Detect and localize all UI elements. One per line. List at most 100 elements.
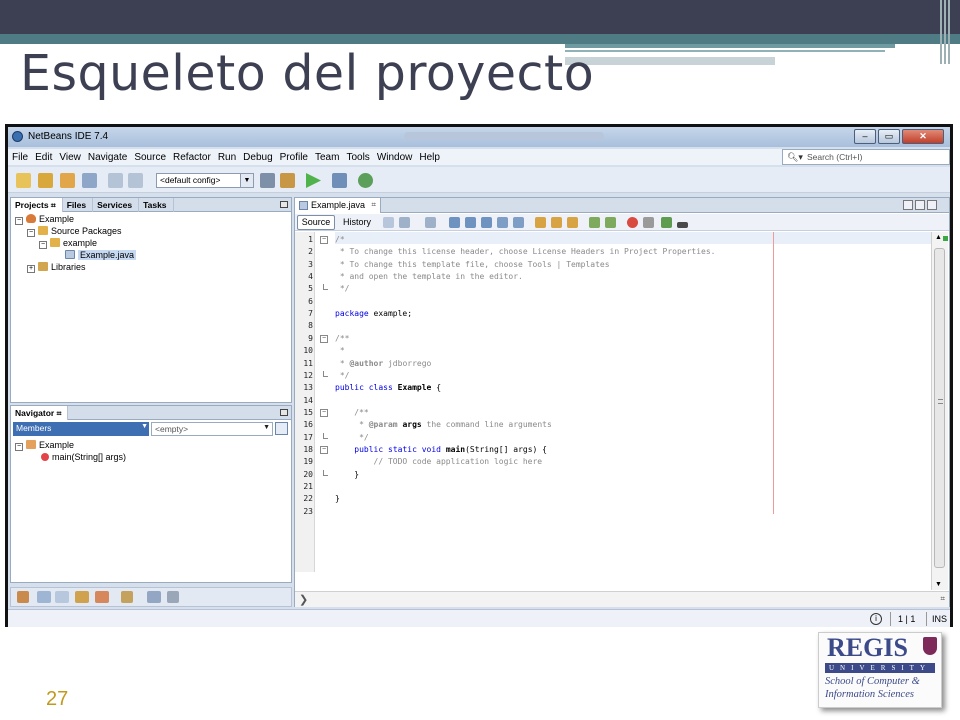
menu-item-team[interactable]: Team <box>311 149 342 163</box>
toggle-rect-icon[interactable] <box>513 217 524 228</box>
comment-icon[interactable] <box>661 217 672 228</box>
java-file-icon <box>65 250 75 259</box>
stop-macro-icon[interactable] <box>643 217 654 228</box>
run-icon[interactable] <box>306 173 321 188</box>
find-next-icon[interactable] <box>481 217 492 228</box>
maximize-button[interactable]: ▭ <box>878 129 900 144</box>
collapse-icon[interactable]: − <box>39 241 47 249</box>
notifications-icon[interactable]: i <box>870 613 882 625</box>
close-button[interactable]: ✕ <box>902 129 944 144</box>
menu-item-profile[interactable]: Profile <box>276 149 311 163</box>
tab-projects[interactable]: Projects ⌗ <box>11 198 63 212</box>
menu-item-view[interactable]: View <box>55 149 84 163</box>
static-icon[interactable] <box>55 591 69 603</box>
resize-grip-icon[interactable]: ⌗ <box>940 594 945 604</box>
tree-item-package[interactable]: − example <box>39 238 97 250</box>
next-bookmark-icon[interactable] <box>551 217 562 228</box>
fold-end-marker <box>323 469 328 476</box>
menu-item-help[interactable]: Help <box>415 149 443 163</box>
back-icon[interactable] <box>399 217 410 228</box>
sync-icon[interactable] <box>275 422 288 435</box>
menu-item-source[interactable]: Source <box>130 149 169 163</box>
navigator-item-method[interactable]: main(String[] args) <box>41 452 126 464</box>
clean-build-icon[interactable] <box>280 173 295 188</box>
prev-bookmark-icon[interactable] <box>535 217 546 228</box>
undo-icon[interactable] <box>108 173 123 188</box>
start-macro-icon[interactable] <box>627 217 638 228</box>
fields-icon[interactable] <box>37 591 51 603</box>
find-selection-icon[interactable] <box>449 217 460 228</box>
redo-icon[interactable] <box>128 173 143 188</box>
line-number: 5 <box>308 284 313 294</box>
new-project-icon[interactable] <box>38 173 53 188</box>
navigator-filter-select[interactable]: <empty> ▼ <box>151 422 273 436</box>
toggle-bookmark-icon[interactable] <box>567 217 578 228</box>
open-project-icon[interactable] <box>60 173 75 188</box>
tab-source[interactable]: Source <box>297 215 335 230</box>
collapse-icon[interactable]: − <box>15 217 23 225</box>
filter-icon[interactable] <box>147 591 161 603</box>
save-all-icon[interactable] <box>82 173 97 188</box>
fold-icon[interactable]: − <box>320 445 328 454</box>
new-file-icon[interactable] <box>16 173 31 188</box>
fold-icon[interactable]: − <box>320 408 328 417</box>
sort-icon[interactable] <box>121 591 133 603</box>
tree-item-project[interactable]: − Example <box>15 214 74 226</box>
tab-history[interactable]: History <box>339 215 375 230</box>
tab-services[interactable]: Services <box>93 198 140 212</box>
members-select[interactable]: Members ▼ <box>13 422 149 436</box>
maximize-icon[interactable] <box>927 200 937 210</box>
vertical-scrollbar[interactable]: ▲ ▼ <box>931 232 948 590</box>
shift-right-icon[interactable] <box>605 217 616 228</box>
tree-item-java-file[interactable]: Example.java <box>65 250 137 262</box>
tab-example-java[interactable]: Example.java ⌗ <box>295 198 381 213</box>
chevron-right-icon[interactable]: ❯ <box>299 593 308 606</box>
build-hammer-icon[interactable] <box>260 173 275 188</box>
menu-item-tools[interactable]: Tools <box>342 149 372 163</box>
search-input[interactable]: 🔍︎▾ Search (Ctrl+I) <box>782 149 950 165</box>
minimize-panel-icon[interactable] <box>280 409 288 416</box>
chevron-down-icon[interactable] <box>915 200 925 210</box>
close-icon[interactable]: ⌗ <box>371 200 376 210</box>
shift-left-icon[interactable] <box>589 217 600 228</box>
profile-icon[interactable] <box>358 173 373 188</box>
chevron-left-icon[interactable] <box>903 200 913 210</box>
collapse-icon[interactable]: − <box>15 443 23 451</box>
minimize-button[interactable]: – <box>854 129 876 144</box>
scroll-up-icon[interactable]: ▲ <box>935 234 942 241</box>
fold-icon[interactable]: − <box>320 236 328 244</box>
menu-item-file[interactable]: File <box>8 149 31 163</box>
find-previous-icon[interactable] <box>465 217 476 228</box>
line-number: 18 <box>303 444 313 454</box>
menu-item-debug[interactable]: Debug <box>239 149 275 163</box>
inner-classes-icon[interactable] <box>95 591 109 603</box>
expand-icon[interactable]: + <box>27 265 35 273</box>
code-editor[interactable]: /* * To change this license header, choo… <box>335 232 931 572</box>
tab-navigator[interactable]: Navigator ⌗ <box>11 406 69 420</box>
config-select[interactable]: <default config> ▼ <box>156 173 254 188</box>
uncomment-icon[interactable] <box>677 222 688 228</box>
sort-alpha-icon[interactable] <box>167 591 179 603</box>
scrollbar-thumb[interactable] <box>934 248 945 568</box>
menu-item-edit[interactable]: Edit <box>31 149 55 163</box>
fold-icon[interactable]: − <box>320 334 328 343</box>
menu-item-window[interactable]: Window <box>373 149 416 163</box>
highlight-icon[interactable] <box>497 217 508 228</box>
forward-icon[interactable] <box>425 217 436 228</box>
tree-item-libraries[interactable]: + Libraries <box>27 262 86 274</box>
line-number: 10 <box>303 346 313 356</box>
menu-item-refactor[interactable]: Refactor <box>169 149 214 163</box>
collapse-icon[interactable]: − <box>27 229 35 237</box>
last-edit-icon[interactable] <box>383 217 394 228</box>
inherited-icon[interactable] <box>17 591 29 603</box>
menu-item-navigate[interactable]: Navigate <box>84 149 130 163</box>
nonpublic-icon[interactable] <box>75 591 89 603</box>
minimize-panel-icon[interactable] <box>280 201 288 208</box>
tree-item-source-packages[interactable]: − Source Packages <box>27 226 122 238</box>
tab-files[interactable]: Files <box>63 198 94 212</box>
tab-tasks[interactable]: Tasks <box>139 198 174 212</box>
scroll-down-icon[interactable]: ▼ <box>935 581 942 588</box>
debug-icon[interactable] <box>332 173 347 188</box>
navigator-item-class[interactable]: − Example <box>15 440 74 452</box>
menu-item-run[interactable]: Run <box>214 149 239 163</box>
